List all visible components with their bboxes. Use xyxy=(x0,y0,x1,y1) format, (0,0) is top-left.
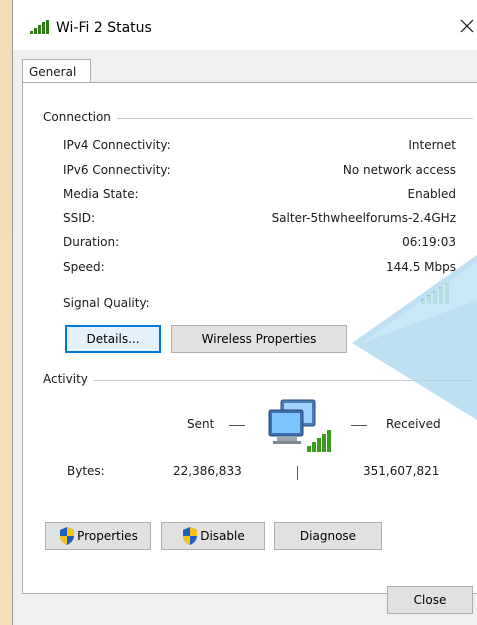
received-dash xyxy=(351,425,367,426)
connection-heading: Connection xyxy=(43,110,117,124)
speed-label: Speed: xyxy=(63,260,105,274)
diagnose-button[interactable]: Diagnose xyxy=(274,522,382,550)
properties-label: Properties xyxy=(77,529,138,543)
sent-dash xyxy=(229,425,245,426)
details-button[interactable]: Details... xyxy=(65,325,161,353)
speed-value: 144.5 Mbps xyxy=(385,260,456,274)
sent-label: Sent xyxy=(187,417,215,431)
bytes-label: Bytes: xyxy=(67,464,105,478)
uac-shield-icon xyxy=(183,527,198,545)
ipv4-label: IPv4 Connectivity: xyxy=(63,138,171,152)
wireless-properties-button[interactable]: Wireless Properties xyxy=(171,325,347,353)
disable-button[interactable]: Disable xyxy=(161,522,265,550)
signal-strength-icon xyxy=(421,283,449,304)
tab-general[interactable]: General xyxy=(22,59,91,82)
window-title: Wi-Fi 2 Status xyxy=(56,20,152,36)
bytes-sent-value: 22,386,833 xyxy=(173,464,242,478)
close-button[interactable]: Close xyxy=(387,586,473,614)
signal-quality-label: Signal Quality: xyxy=(63,296,150,310)
network-computers-icon xyxy=(268,399,331,452)
ipv6-value: No network access xyxy=(342,163,456,177)
ipv6-label: IPv6 Connectivity: xyxy=(63,163,171,177)
activity-heading: Activity xyxy=(43,372,94,386)
media-state-label: Media State: xyxy=(63,187,139,201)
title-bar: Wi-Fi 2 Status xyxy=(13,0,477,50)
ipv4-value: Internet xyxy=(408,138,456,152)
wifi-status-window: Wi-Fi 2 Status General Connection IPv4 C… xyxy=(12,0,477,625)
dialog-body: General Connection IPv4 Connectivity: In… xyxy=(13,50,477,625)
uac-shield-icon xyxy=(60,527,75,545)
ssid-value: Salter-5thwheelforums-2.4GHz xyxy=(271,211,456,225)
duration-label: Duration: xyxy=(63,235,120,249)
general-tab-panel: Connection IPv4 Connectivity: Internet I… xyxy=(22,82,477,594)
bytes-received-value: 351,607,821 xyxy=(363,464,440,478)
received-label: Received xyxy=(386,417,441,431)
media-state-value: Enabled xyxy=(407,187,457,201)
disable-label: Disable xyxy=(200,529,245,543)
close-icon[interactable] xyxy=(456,15,477,37)
ssid-label: SSID: xyxy=(63,211,96,225)
activity-divider xyxy=(43,380,473,381)
properties-button[interactable]: Properties xyxy=(45,522,151,550)
wifi-signal-icon xyxy=(30,20,49,34)
activity-separator xyxy=(297,466,298,480)
duration-value: 06:19:03 xyxy=(402,235,456,249)
